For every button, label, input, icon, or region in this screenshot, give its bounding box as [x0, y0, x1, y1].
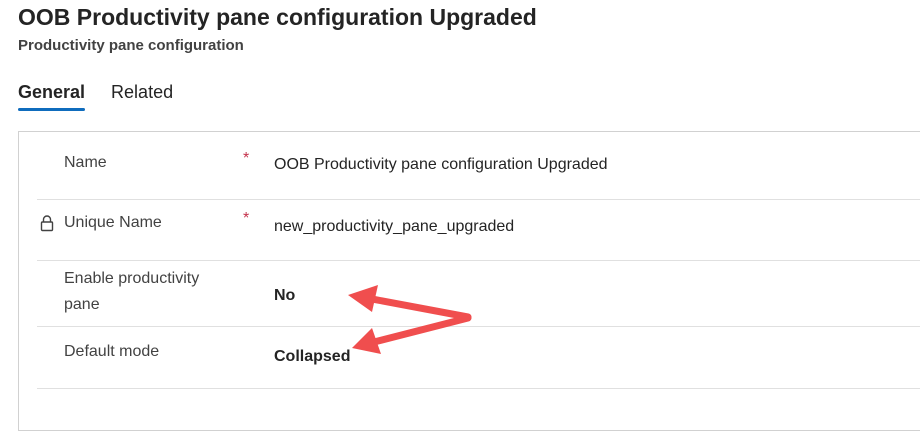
unique-name-label-text: Unique Name — [64, 214, 162, 231]
name-field-value[interactable]: OOB Productivity pane configuration Upgr… — [274, 156, 608, 174]
general-form-section: Name * OOB Productivity pane configurati… — [18, 131, 920, 431]
field-row-default-mode: Default mode Collapsed — [37, 327, 920, 389]
required-indicator: * — [243, 210, 250, 227]
default-mode-value[interactable]: Collapsed — [274, 348, 350, 366]
unique-name-field-label: Unique Name — [40, 210, 234, 236]
page-subtitle: Productivity pane configuration — [18, 37, 244, 54]
page-title: OOB Productivity pane configuration Upgr… — [18, 4, 537, 30]
enable-productivity-pane-value[interactable]: No — [274, 287, 295, 305]
record-form-page: OOB Productivity pane configuration Upgr… — [0, 0, 920, 432]
field-row-enable-productivity-pane: Enable productivity pane No — [37, 261, 920, 327]
name-field-label: Name — [64, 154, 107, 171]
tab-general[interactable]: General — [18, 82, 86, 111]
default-mode-label: Default mode — [64, 343, 160, 360]
tab-list: General Related — [18, 82, 173, 111]
field-row-unique-name: Unique Name * new_productivity_pane_upgr… — [37, 200, 920, 261]
tab-related[interactable]: Related — [111, 82, 173, 111]
enable-productivity-pane-label: Enable productivity pane — [64, 270, 200, 313]
lock-icon — [40, 215, 54, 232]
field-row-name: Name * OOB Productivity pane configurati… — [37, 132, 920, 200]
required-indicator: * — [243, 150, 250, 167]
unique-name-field-value: new_productivity_pane_upgraded — [274, 218, 515, 235]
